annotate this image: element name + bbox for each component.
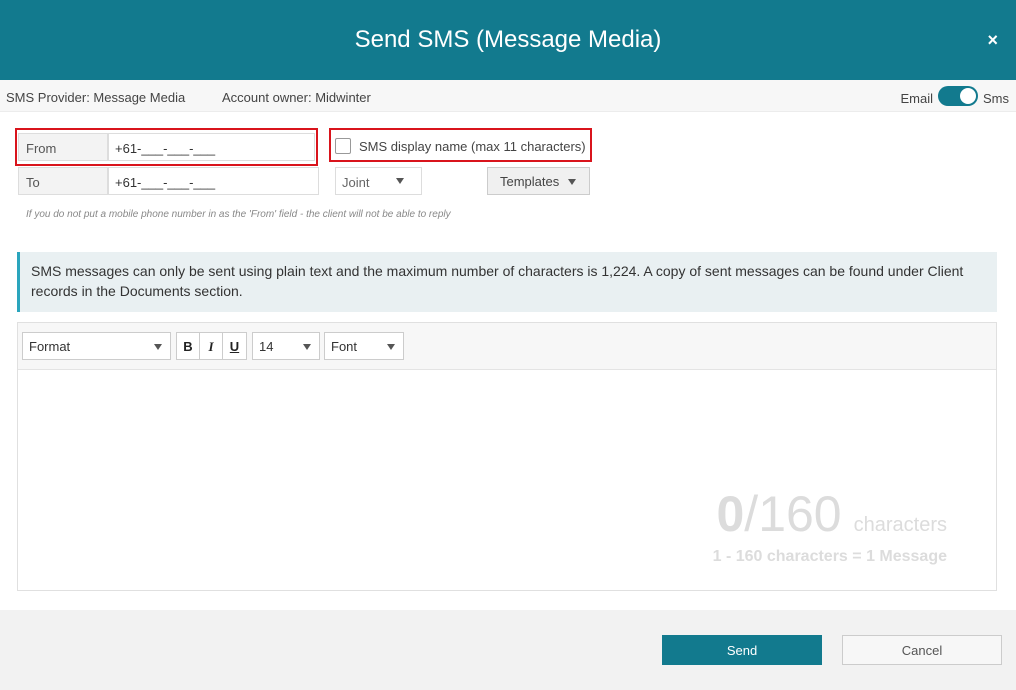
templates-label: Templates (500, 174, 560, 189)
message-count-rule: 1 - 160 characters = 1 Message (712, 548, 947, 565)
format-select-label: Format (29, 339, 71, 354)
to-phone-input[interactable]: +61-___-___-___ (108, 167, 319, 195)
close-icon[interactable]: × (987, 30, 998, 50)
templates-button[interactable]: Templates (487, 167, 590, 195)
dialog-header: Send SMS (Message Media) × (0, 0, 1016, 80)
counter-max: /160 (744, 486, 842, 542)
from-field-hint: If you do not put a mobile phone number … (26, 209, 451, 220)
send-button[interactable]: Send (662, 635, 822, 665)
provider-info-bar: SMS Provider: Message Media Account owne… (0, 80, 1016, 112)
counter-current: 0 (716, 486, 745, 542)
account-owner-text: Account owner: Midwinter (222, 90, 371, 105)
alert-text: SMS messages can only be sent using plai… (31, 263, 964, 299)
font-size-value: 14 (259, 339, 274, 354)
font-select[interactable]: Font (324, 332, 404, 360)
font-size-select[interactable]: 14 (252, 332, 320, 360)
from-highlight-box (15, 128, 318, 166)
editor-toolbar: Format B I U 14 Font (18, 323, 996, 370)
message-editor: Format B I U 14 Font 0/160 characters 1 -… (17, 322, 997, 591)
bold-button[interactable]: B (177, 333, 200, 359)
recipient-select-value: Joint (342, 175, 370, 190)
toggle-email-label: Email (900, 91, 933, 106)
counter-unit: characters (853, 514, 947, 536)
caret-down-icon (154, 344, 162, 350)
plain-text-info-alert: SMS messages can only be sent using plai… (17, 252, 997, 312)
caret-down-icon (396, 178, 404, 184)
italic-button[interactable]: I (200, 333, 223, 359)
character-counter: 0/160 characters (716, 485, 947, 543)
display-name-highlight-box (329, 128, 592, 162)
underline-button[interactable]: U (223, 333, 246, 359)
format-select[interactable]: Format (22, 332, 171, 360)
toggle-knob (960, 88, 976, 104)
text-style-buttons: B I U (176, 332, 247, 360)
recipient-select[interactable]: Joint (335, 167, 422, 195)
to-label: To (18, 167, 108, 195)
caret-down-icon (387, 344, 395, 350)
toggle-sms-label: Sms (983, 91, 1009, 106)
sms-provider-text: SMS Provider: Message Media (6, 90, 186, 105)
dialog-title: Send SMS (Message Media) (354, 26, 662, 53)
cancel-button[interactable]: Cancel (842, 635, 1002, 665)
font-select-label: Font (331, 339, 358, 354)
dialog-footer: Send Cancel (0, 610, 1016, 690)
caret-down-icon (303, 344, 311, 350)
caret-down-icon (568, 179, 576, 185)
email-sms-toggle[interactable] (938, 86, 978, 106)
